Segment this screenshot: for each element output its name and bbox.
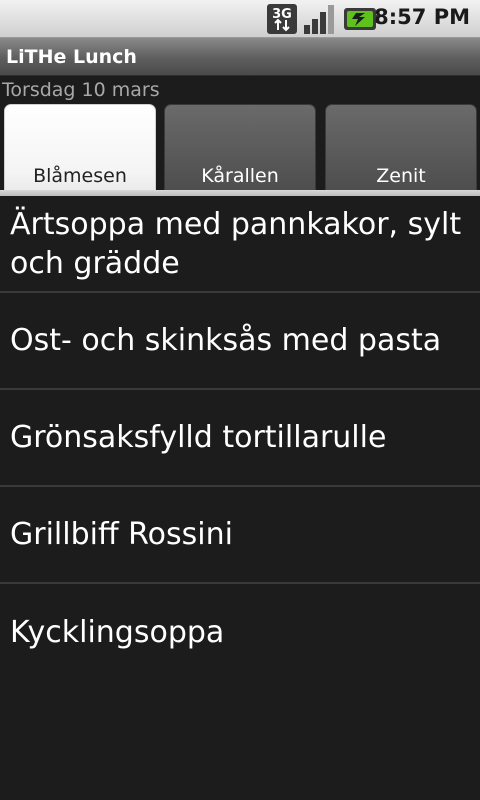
tab-blamesen[interactable]: Blåmesen [4, 104, 156, 196]
dish-name: Grönsaksfylld tortillarulle [10, 420, 387, 455]
dish-name: Kycklingsoppa [10, 615, 225, 650]
tab-zenit[interactable]: Zenit [325, 104, 477, 196]
3g-icon: 3G [267, 4, 297, 34]
app-title-bar: LiTHe Lunch [0, 38, 480, 76]
svg-text:3G: 3G [272, 7, 292, 22]
tab-label: Zenit [376, 165, 426, 187]
list-item[interactable]: Kycklingsoppa [0, 584, 480, 681]
date-label: Torsdag 10 mars [2, 79, 160, 101]
restaurant-tabs: Blåmesen Kårallen Zenit [0, 104, 480, 196]
tab-label: Kårallen [201, 165, 279, 187]
status-bar: 3G 8:57 PM [0, 0, 480, 38]
list-item[interactable]: Ärtsoppa med pannkakor, sylt och grädde [0, 196, 480, 293]
list-item[interactable]: Grillbiff Rossini [0, 487, 480, 584]
clock: 8:57 PM [374, 5, 470, 29]
list-item[interactable]: Ost- och skinksås med pasta [0, 293, 480, 390]
list-item[interactable]: Grönsaksfylld tortillarulle [0, 390, 480, 487]
dish-name: Ärtsoppa med pannkakor, sylt och grädde [10, 206, 462, 281]
lunch-menu-list: Ärtsoppa med pannkakor, sylt och grädde … [0, 196, 480, 681]
dish-name: Ost- och skinksås med pasta [10, 323, 442, 358]
tab-karallen[interactable]: Kårallen [164, 104, 316, 196]
dish-name: Grillbiff Rossini [10, 517, 233, 552]
app-title: LiTHe Lunch [6, 46, 137, 68]
tab-label: Blåmesen [33, 165, 127, 187]
signal-strength-icon [304, 5, 334, 34]
